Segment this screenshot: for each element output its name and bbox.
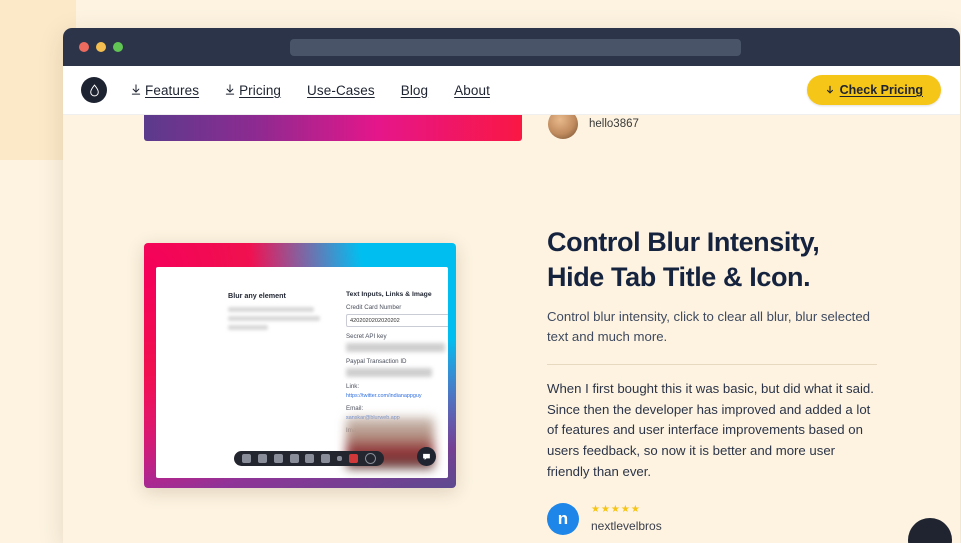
- nav-item-about[interactable]: About: [454, 83, 490, 98]
- close-window-button[interactable]: [79, 42, 89, 52]
- reviewer-username: nextlevelbros: [591, 518, 662, 533]
- traffic-light-buttons: [79, 42, 123, 52]
- chat-bubble-icon[interactable]: [908, 518, 952, 543]
- page-subtitle: Control blur intensity, click to clear a…: [547, 309, 870, 344]
- water-drop-icon[interactable]: [81, 77, 107, 103]
- image-icon[interactable]: [258, 454, 268, 463]
- page-title: Control Blur Intensity, Hide Tab Title &…: [547, 225, 877, 294]
- site-navbar: Features Pricing Use-Cases Blog About Ch…: [63, 66, 960, 115]
- address-bar[interactable]: [290, 39, 741, 56]
- nav-item-pricing[interactable]: Pricing: [225, 83, 281, 98]
- nav-item-blog[interactable]: Blog: [401, 83, 428, 98]
- star-rating: ★★★★★: [591, 503, 641, 515]
- link-label: Link:: [346, 383, 360, 390]
- api-key-blurred-value: [346, 343, 445, 352]
- nav-links: Features Pricing Use-Cases Blog About: [131, 83, 490, 98]
- previous-review-block: hello3867: [548, 115, 639, 139]
- paypal-id-label: Paypal Transaction ID: [346, 358, 407, 365]
- nav-item-label: Features: [145, 82, 200, 98]
- check-pricing-button[interactable]: Check Pricing: [806, 75, 941, 105]
- download-arrow-icon: [131, 84, 141, 96]
- divider: [547, 363, 877, 365]
- text-icon[interactable]: [242, 454, 252, 463]
- nav-item-label: About: [454, 82, 490, 98]
- paypal-id-blurred-value: [346, 368, 432, 377]
- title-line-1: Control Blur Intensity,: [547, 227, 820, 257]
- mock-right-heading: Text Inputs, Links & Image: [346, 291, 432, 298]
- download-arrow-icon: [225, 84, 235, 96]
- main-copy-column: Control Blur Intensity, Hide Tab Title &…: [547, 225, 877, 535]
- nav-item-label: Blog: [400, 82, 429, 98]
- email-label: Email:: [346, 405, 364, 412]
- product-screenshot: Blur any element Text Inputs, Links & Im…: [144, 243, 456, 488]
- link-value[interactable]: https://twitter.com/indianappguy: [346, 393, 448, 399]
- filter-icon[interactable]: [289, 454, 299, 463]
- mock-right-column: Text Inputs, Links & Image Credit Card N…: [346, 291, 448, 437]
- copy-icon[interactable]: [273, 454, 283, 463]
- maximize-window-button[interactable]: [113, 42, 123, 52]
- previous-section-gradient: [144, 115, 522, 141]
- mock-left-heading: Blur any element: [228, 291, 286, 300]
- slider-icon[interactable]: [336, 456, 342, 461]
- browser-window: Features Pricing Use-Cases Blog About Ch…: [63, 28, 960, 543]
- eyedropper-icon[interactable]: [321, 454, 331, 463]
- api-key-label: Secret API key: [346, 333, 387, 340]
- check-pricing-label: Check Pricing: [839, 83, 923, 97]
- page-root: Features Pricing Use-Cases Blog About Ch…: [0, 0, 961, 543]
- nav-item-label: Use-Cases: [307, 82, 375, 98]
- nav-item-features[interactable]: Features: [131, 83, 199, 98]
- credit-card-value: 4202020202020202: [350, 317, 400, 324]
- avatar: n: [547, 502, 579, 535]
- download-arrow-icon: [825, 84, 835, 96]
- blur-toolbar: [234, 451, 384, 466]
- testimonial-quote: When I first bought this it was basic, b…: [547, 380, 874, 480]
- crop-icon[interactable]: [305, 454, 315, 463]
- chat-icon[interactable]: [417, 447, 436, 466]
- blurred-text-line: [228, 316, 320, 321]
- browser-titlebar: [63, 28, 960, 66]
- nav-item-use-cases[interactable]: Use-Cases: [307, 83, 375, 98]
- page-content: hello3867 Blur any element Text Inputs, …: [63, 115, 960, 543]
- credit-card-label: Credit Card Number: [346, 304, 402, 311]
- product-screenshot-inner: Blur any element Text Inputs, Links & Im…: [156, 267, 448, 478]
- record-icon[interactable]: [348, 454, 358, 463]
- reviewer-username: hello3867: [589, 118, 639, 130]
- avatar-initial: n: [557, 508, 569, 528]
- avatar: [548, 115, 578, 139]
- title-line-2: Hide Tab Title & Icon.: [547, 261, 811, 292]
- minimize-window-button[interactable]: [96, 42, 106, 52]
- testimonial-author: n ★★★★★ nextlevelbros: [547, 502, 877, 535]
- blurred-text-line: [228, 325, 268, 330]
- mock-left-column: Blur any element: [228, 291, 328, 334]
- nav-item-label: Pricing: [239, 82, 282, 98]
- credit-card-input[interactable]: 4202020202020202: [346, 314, 448, 327]
- settings-icon[interactable]: [364, 453, 376, 464]
- testimonial-author-meta: ★★★★★ nextlevelbros: [591, 503, 662, 533]
- blurred-text-line: [228, 307, 314, 312]
